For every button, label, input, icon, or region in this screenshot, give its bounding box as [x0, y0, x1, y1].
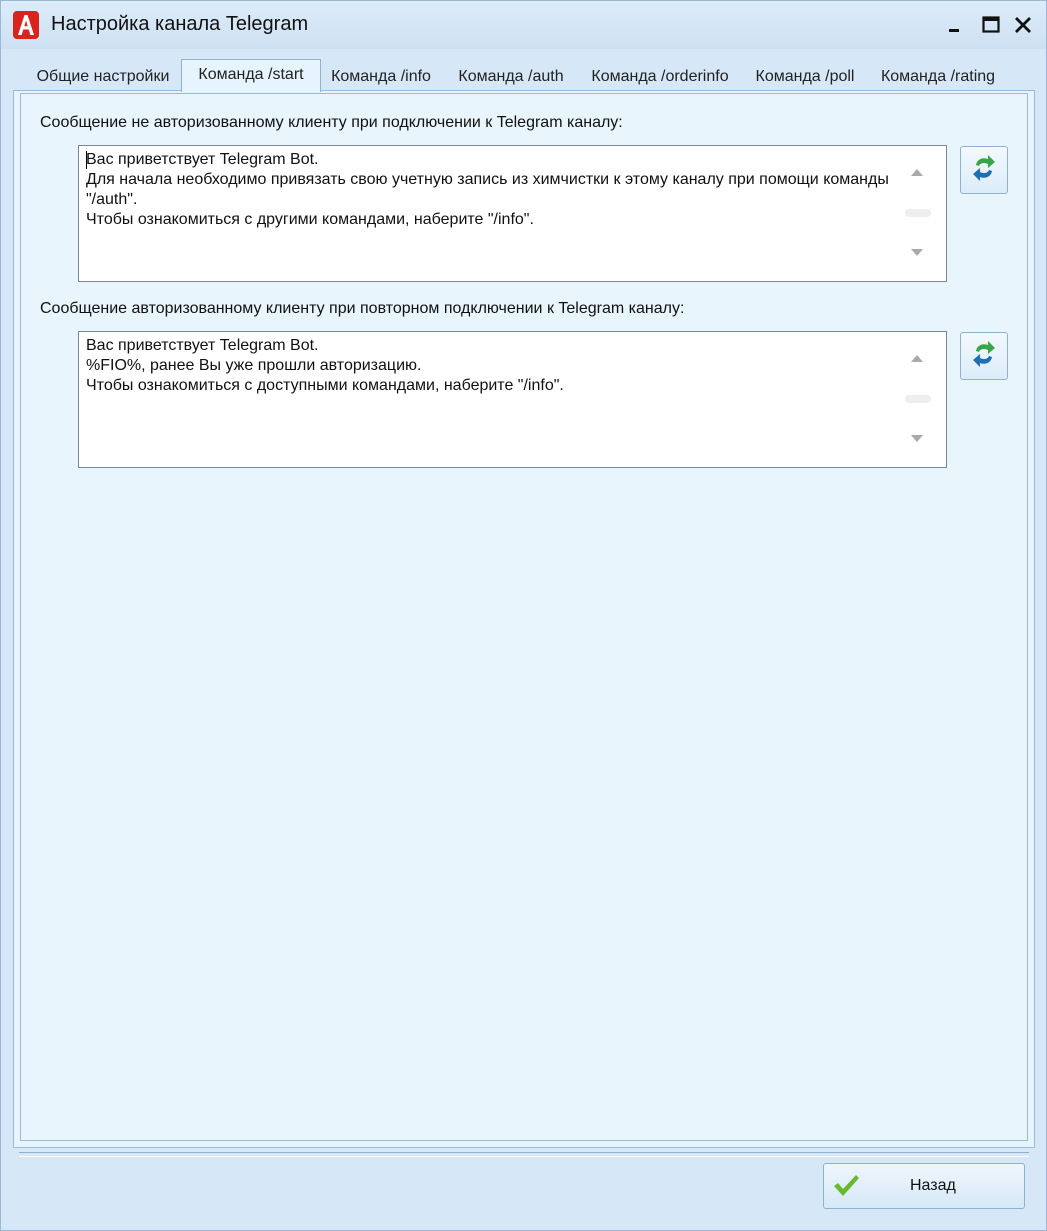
tab-command-orderinfo[interactable]: Команда /orderinfo — [581, 63, 739, 91]
tab-command-auth[interactable]: Команда /auth — [447, 63, 575, 91]
reset-unauthorized-message-button[interactable] — [960, 146, 1008, 194]
app-logo-icon — [13, 11, 39, 39]
unauthorized-message-label: Сообщение не авторизованному клиенту при… — [40, 114, 623, 131]
authorized-message-field[interactable]: Вас приветствует Telegram Bot. %FIO%, ра… — [78, 331, 947, 468]
checkmark-icon — [832, 1173, 860, 1204]
tab-page-start: Сообщение не авторизованному клиенту при… — [13, 90, 1035, 1148]
authorized-message-text[interactable]: Вас приветствует Telegram Bot. %FIO%, ра… — [86, 336, 896, 396]
scroll-down-arrow-icon[interactable] — [909, 433, 925, 445]
scroll-up-arrow-icon[interactable] — [909, 166, 925, 178]
tab-command-poll[interactable]: Команда /poll — [747, 63, 863, 91]
window-title: Настройка канала Telegram — [51, 13, 309, 35]
tab-command-rating[interactable]: Команда /rating — [871, 63, 1005, 91]
settings-window: Настройка канала Telegram Общие настройк… — [0, 0, 1047, 1231]
scrollbar-thumb[interactable] — [905, 209, 931, 217]
scroll-up-arrow-icon[interactable] — [909, 352, 925, 364]
refresh-icon — [968, 338, 1000, 375]
authorized-message-label: Сообщение авторизованному клиенту при по… — [40, 300, 685, 317]
minimize-icon[interactable] — [941, 11, 969, 39]
tab-command-start[interactable]: Команда /start — [181, 59, 321, 92]
close-icon[interactable] — [1009, 11, 1037, 39]
reset-authorized-message-button[interactable] — [960, 332, 1008, 380]
back-button-label: Назад — [910, 1177, 956, 1194]
maximize-icon[interactable] — [977, 11, 1005, 39]
tab-strip: Общие настройки Команда /start Команда /… — [15, 59, 1035, 92]
title-bar[interactable]: Настройка канала Telegram — [1, 1, 1046, 49]
back-button[interactable]: Назад — [823, 1163, 1025, 1209]
refresh-icon — [968, 152, 1000, 189]
tab-command-info[interactable]: Команда /info — [321, 63, 441, 91]
tab-general-settings[interactable]: Общие настройки — [23, 63, 183, 91]
scroll-down-arrow-icon[interactable] — [909, 247, 925, 259]
scrollbar-thumb[interactable] — [905, 395, 931, 403]
text-caret — [86, 151, 87, 169]
footer-divider — [19, 1152, 1029, 1157]
content-panel: Сообщение не авторизованному клиенту при… — [20, 93, 1028, 1141]
unauthorized-message-text[interactable]: Вас приветствует Telegram Bot. Для начал… — [86, 150, 896, 230]
unauthorized-message-field[interactable]: Вас приветствует Telegram Bot. Для начал… — [78, 145, 947, 282]
